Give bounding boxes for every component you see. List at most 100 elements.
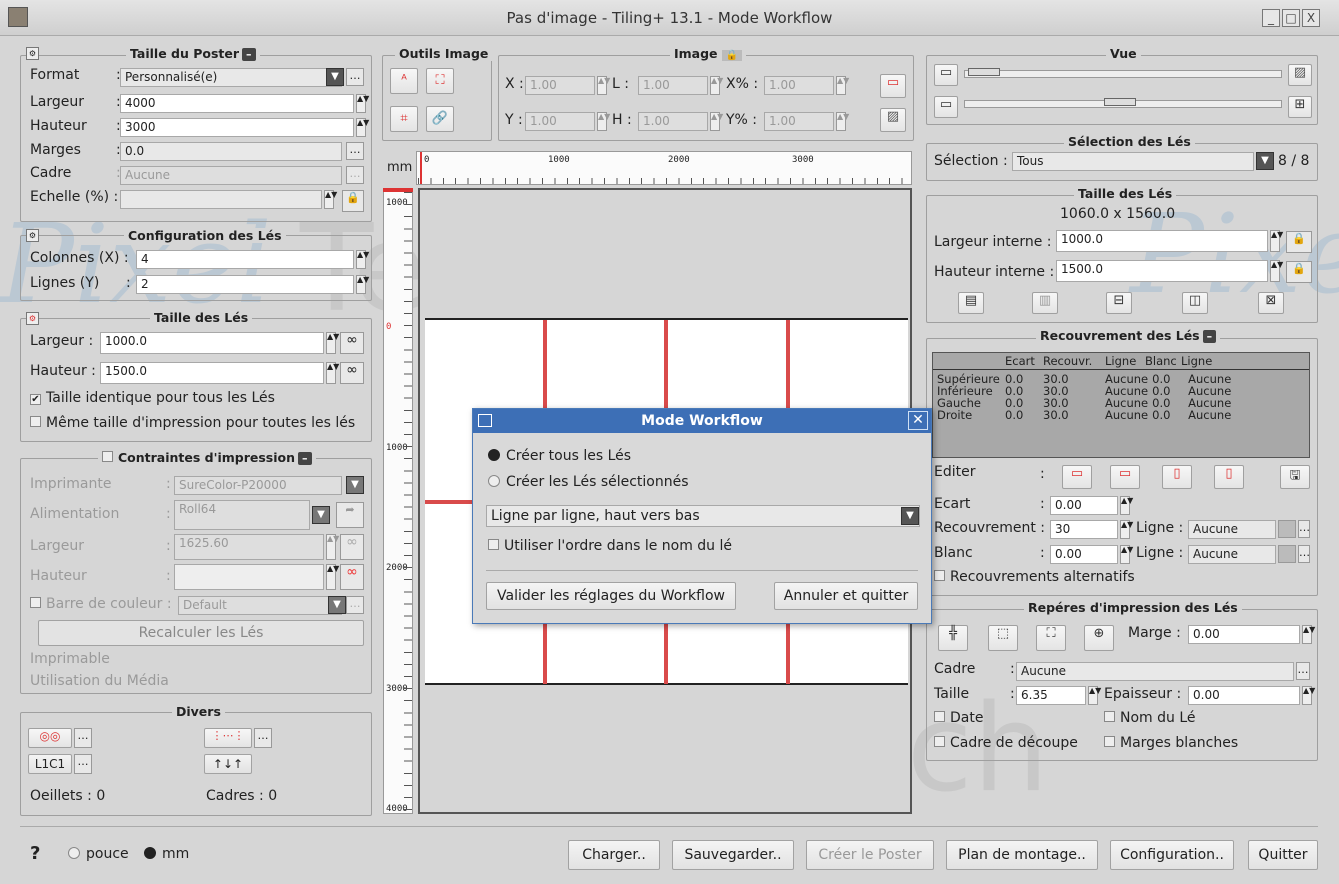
close-button[interactable]: X: [1302, 9, 1320, 27]
print-hauteur-spinner[interactable]: ▲▼: [326, 564, 339, 590]
target-icon[interactable]: ⊕: [1084, 625, 1114, 651]
split-vertical-icon[interactable]: ◫: [1182, 292, 1208, 314]
chevron-down-icon[interactable]: ▼: [1256, 152, 1274, 170]
collapse-button[interactable]: –: [242, 48, 256, 61]
l-input[interactable]: 1.00: [638, 76, 708, 95]
date-checkbox[interactable]: Date: [934, 710, 983, 726]
order-arrows-icon[interactable]: ↑↓↑: [204, 754, 252, 774]
text-icon[interactable]: ᴬ: [390, 68, 418, 94]
chevron-down-icon[interactable]: ▼: [312, 506, 330, 524]
largeur-spinner[interactable]: ▲▼: [356, 94, 369, 113]
tile-hauteur-spinner[interactable]: ▲▼: [326, 362, 339, 384]
taille-spinner[interactable]: ▲▼: [1088, 686, 1101, 705]
create-selected-radio[interactable]: Créer les Lés sélectionnés: [488, 474, 689, 490]
blanches-checkbox[interactable]: Marges blanches: [1104, 735, 1238, 751]
gear-icon[interactable]: ⚙: [26, 47, 39, 60]
image-icon[interactable]: ▭: [934, 96, 958, 118]
collapse-button[interactable]: –: [298, 452, 312, 465]
help-icon[interactable]: ?: [30, 843, 40, 864]
more-button[interactable]: …: [1298, 545, 1310, 563]
ecart-input[interactable]: 0.00: [1050, 496, 1118, 515]
corner-marks-icon[interactable]: ⛶: [1036, 625, 1066, 651]
edge-bottom-icon[interactable]: ▭: [1110, 465, 1140, 489]
tile-layout-icon[interactable]: ▤: [958, 292, 984, 314]
pattern-icon[interactable]: ▨: [880, 108, 906, 132]
more-button[interactable]: …: [1296, 662, 1310, 680]
ecart-spinner[interactable]: ▲▼: [1120, 496, 1133, 515]
colonnes-input[interactable]: 4: [136, 250, 354, 269]
minimize-button[interactable]: _: [1262, 9, 1280, 27]
echelle-spinner[interactable]: ▲▼: [324, 190, 337, 209]
more-button[interactable]: …: [346, 142, 364, 160]
same-size-checkbox[interactable]: ✔ Taille identique pour tous les Lés: [30, 390, 275, 406]
alt-overlap-checkbox[interactable]: Recouvrements alternatifs: [934, 569, 1135, 585]
lock-icon[interactable]: 🔒: [1286, 231, 1312, 253]
link-icon[interactable]: 🔗: [426, 106, 454, 132]
validate-button[interactable]: Valider les réglages du Workflow: [486, 582, 736, 610]
eyelets-icon[interactable]: ◎◎: [28, 728, 72, 748]
largeur-interne-spinner[interactable]: ▲▼: [1270, 230, 1283, 252]
yp-input[interactable]: 1.00: [764, 112, 834, 131]
configuration-button[interactable]: Configuration..: [1110, 840, 1234, 870]
lignes-input[interactable]: 2: [136, 275, 354, 294]
h-spinner[interactable]: ▲▼: [710, 112, 723, 131]
hauteur-input[interactable]: 3000: [120, 118, 354, 137]
recouvrement-spinner[interactable]: ▲▼: [1120, 520, 1133, 539]
edge-left-icon[interactable]: ▯: [1162, 465, 1192, 489]
image-icon[interactable]: ▭: [880, 74, 906, 98]
crop-marks-icon[interactable]: ╬: [938, 625, 968, 651]
save-button[interactable]: Sauvegarder..: [672, 840, 794, 870]
chevron-down-icon[interactable]: ▼: [346, 476, 364, 494]
edge-top-icon[interactable]: ▭: [1062, 465, 1092, 489]
cadre-select[interactable]: Aucune: [120, 166, 342, 185]
quit-button[interactable]: Quitter: [1248, 840, 1318, 870]
close-icon[interactable]: ⊠: [1258, 292, 1284, 314]
more-button[interactable]: …: [346, 166, 364, 184]
save-icon[interactable]: 🖫: [1280, 465, 1310, 489]
ligne2-select[interactable]: Aucune: [1188, 545, 1276, 564]
marge-spinner[interactable]: ▲▼: [1302, 625, 1315, 644]
marge-input[interactable]: 0.00: [1188, 625, 1300, 644]
alimentation-select[interactable]: Roll64: [174, 500, 310, 530]
blanc-spinner[interactable]: ▲▼: [1120, 545, 1133, 564]
y-spinner[interactable]: ▲▼: [597, 112, 610, 131]
tile-largeur-input[interactable]: 1000.0: [100, 332, 324, 354]
echelle-input[interactable]: [120, 190, 322, 209]
dialog-close-icon[interactable]: ✕: [908, 411, 928, 430]
y-input[interactable]: 1.00: [525, 112, 595, 131]
pouce-radio[interactable]: pouce: [68, 846, 129, 862]
color-swatch[interactable]: [1278, 520, 1296, 538]
taille-input[interactable]: 6.35: [1016, 686, 1086, 705]
more-button[interactable]: …: [346, 68, 364, 86]
tile-hauteur-input[interactable]: 1500.0: [100, 362, 324, 384]
link-icon[interactable]: ∞: [340, 362, 364, 384]
more-button[interactable]: …: [74, 754, 92, 774]
epaisseur-spinner[interactable]: ▲▼: [1302, 686, 1315, 705]
blanc-input[interactable]: 0.00: [1050, 545, 1118, 564]
mm-radio[interactable]: mm: [144, 846, 189, 862]
largeur-interne-input[interactable]: 1000.0: [1056, 230, 1268, 252]
more-button[interactable]: …: [74, 728, 92, 748]
tile-largeur-spinner[interactable]: ▲▼: [326, 332, 339, 354]
xp-input[interactable]: 1.00: [764, 76, 834, 95]
center-icon[interactable]: ⌗: [390, 106, 418, 132]
create-poster-button[interactable]: Créer le Poster: [806, 840, 934, 870]
load-button[interactable]: Charger..: [568, 840, 660, 870]
link-icon[interactable]: ∞: [340, 534, 364, 560]
xp-spinner[interactable]: ▲▼: [836, 76, 849, 95]
opacity-slider-handle[interactable]: [1104, 98, 1136, 106]
create-all-radio[interactable]: Créer tous les Lés: [488, 448, 631, 464]
x-input[interactable]: 1.00: [525, 76, 595, 95]
x-spinner[interactable]: ▲▼: [597, 76, 610, 95]
selection-select[interactable]: Tous: [1012, 152, 1254, 171]
marks-cadre-select[interactable]: Aucune: [1016, 662, 1294, 681]
print-largeur-input[interactable]: 1625.60: [174, 534, 324, 560]
same-print-checkbox[interactable]: Même taille d'impression pour toutes les…: [30, 415, 355, 431]
colonnes-spinner[interactable]: ▲▼: [356, 250, 369, 269]
zoom-slider-handle[interactable]: [968, 68, 1000, 76]
plan-button[interactable]: Plan de montage..: [946, 840, 1098, 870]
pattern-icon[interactable]: ▨: [1288, 64, 1312, 86]
use-name-checkbox[interactable]: Utiliser l'ordre dans le nom du lé: [488, 538, 732, 554]
fit-icon[interactable]: ⛶: [426, 68, 454, 94]
color-swatch[interactable]: [1278, 545, 1296, 563]
